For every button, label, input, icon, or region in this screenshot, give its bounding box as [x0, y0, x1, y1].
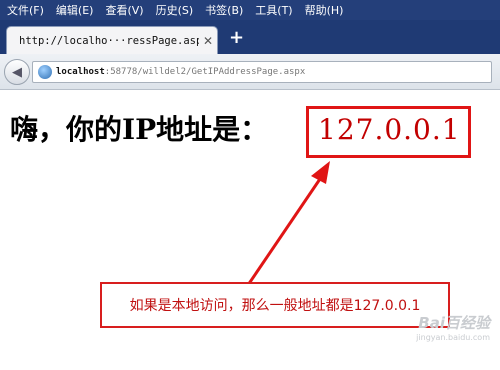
url-host: localhost	[56, 67, 105, 77]
menu-view[interactable]: 查看(V)	[99, 2, 149, 18]
annotation-text: 如果是本地访问，那么一般地址都是127.0.0.1	[129, 298, 421, 314]
menu-bar: 文件(F) 编辑(E) 查看(V) 历史(S) 书签(B) 工具(T) 帮助(H…	[0, 0, 500, 20]
globe-icon	[38, 65, 52, 79]
menu-edit[interactable]: 编辑(E)	[50, 2, 100, 18]
close-icon[interactable]: ✕	[199, 34, 217, 48]
menu-history[interactable]: 历史(S)	[150, 2, 200, 18]
menu-bookmarks[interactable]: 书签(B)	[199, 2, 249, 18]
watermark: Bai百经验 jingyan.baidu.com	[416, 312, 490, 342]
back-arrow-icon: ◀	[12, 64, 22, 80]
watermark-site: jingyan.baidu.com	[416, 333, 490, 342]
url-path: :58778/willdel2/GetIPAddressPage.aspx	[104, 67, 306, 77]
annotation-box: 如果是本地访问，那么一般地址都是127.0.0.1	[100, 282, 450, 328]
address-bar[interactable]: localhost:58778/willdel2/GetIPAddressPag…	[32, 61, 492, 83]
new-tab-button[interactable]: +	[229, 29, 244, 47]
menu-file[interactable]: 文件(F)	[0, 2, 50, 18]
browser-tab[interactable]: http://localho···ressPage.aspx ✕	[6, 26, 218, 54]
tab-title: http://localho···ressPage.aspx	[19, 34, 199, 47]
menu-tools[interactable]: 工具(T)	[249, 2, 298, 18]
tab-strip: http://localho···ressPage.aspx ✕ +	[0, 20, 500, 54]
ip-address-value: 127.0.0.1	[318, 113, 461, 146]
navigation-bar: ◀ localhost:58778/willdel2/GetIPAddressP…	[0, 54, 500, 90]
menu-help[interactable]: 帮助(H)	[299, 2, 350, 18]
page-heading: 嗨，你的IP地址是：	[10, 113, 269, 146]
url-text: localhost:58778/willdel2/GetIPAddressPag…	[56, 67, 305, 77]
arrow-head	[311, 161, 330, 184]
back-button[interactable]: ◀	[4, 59, 30, 85]
arrow-shaft	[244, 175, 324, 289]
watermark-logo: Bai百经验	[418, 314, 490, 332]
